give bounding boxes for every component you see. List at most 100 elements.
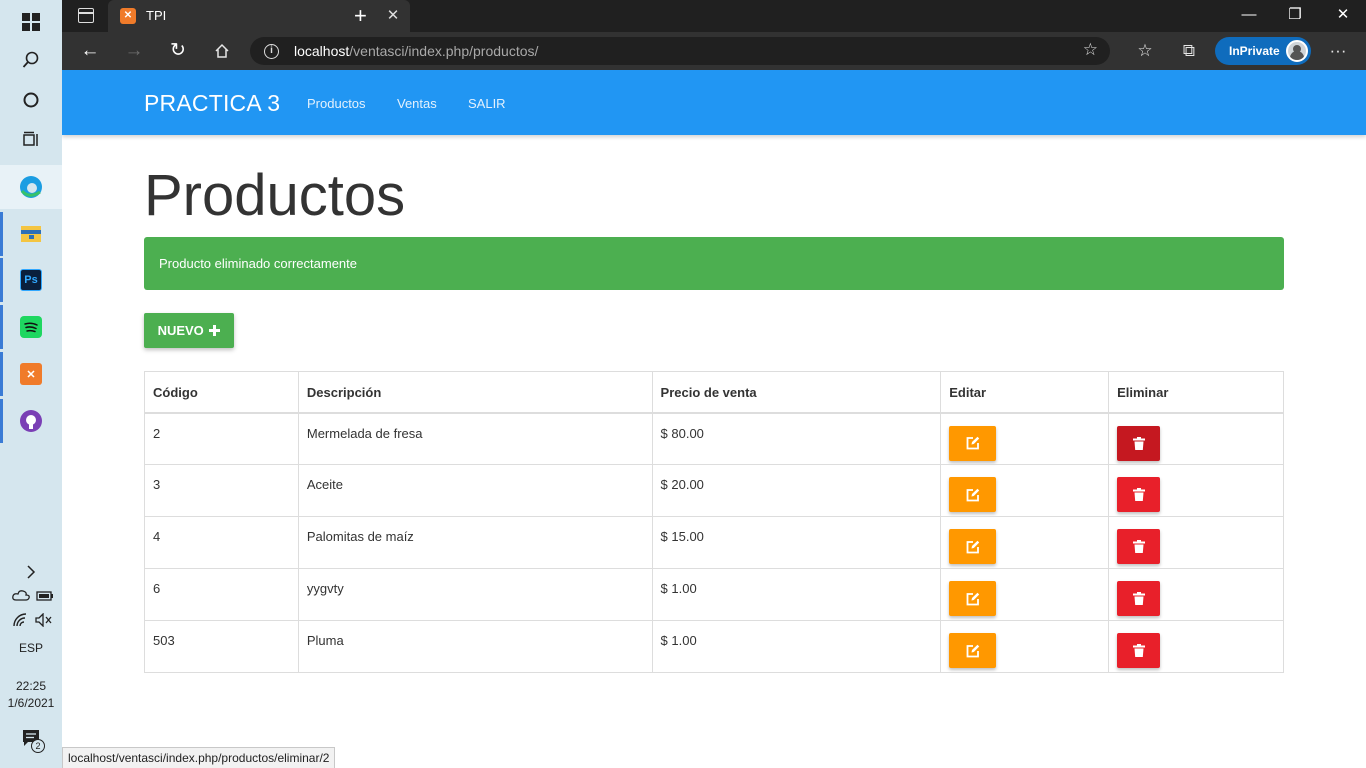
header-editar: Editar	[940, 371, 1110, 414]
tab-title: TPI	[146, 8, 167, 23]
edit-button[interactable]	[949, 581, 997, 616]
edge-icon	[20, 176, 42, 198]
cortana-button[interactable]	[0, 78, 62, 122]
back-icon[interactable]: ←	[75, 36, 105, 66]
add-favorite-icon[interactable]: ☆	[1083, 40, 1098, 60]
edit-icon	[966, 540, 979, 553]
cell-edit	[940, 516, 1110, 569]
site-info-icon[interactable]: i	[264, 44, 279, 59]
cell-code: 6	[144, 568, 299, 621]
cell-description: Palomitas de maíz	[297, 516, 653, 569]
edit-button[interactable]	[949, 529, 997, 564]
inprivate-label: InPrivate	[1229, 44, 1280, 58]
delete-button[interactable]	[1117, 477, 1161, 512]
page-viewport: PRACTICA 3 Productos Ventas SALIR Produc…	[62, 70, 1366, 768]
cell-price: $ 1.00	[651, 620, 942, 673]
cell-code: 503	[144, 620, 299, 673]
task-view-button[interactable]	[0, 118, 62, 162]
cell-code: 4	[144, 516, 299, 569]
photoshop-icon: Ps	[20, 269, 42, 291]
trash-icon	[1132, 488, 1145, 501]
taskbar-photoshop[interactable]: Ps	[0, 258, 62, 302]
address-bar[interactable]: i localhost/ventasci/index.php/productos…	[250, 37, 1110, 65]
cell-description: Aceite	[297, 464, 653, 517]
volume-muted-icon[interactable]	[35, 612, 53, 632]
cell-code: 2	[144, 412, 299, 465]
edit-button[interactable]	[949, 633, 997, 668]
home-button[interactable]	[207, 36, 237, 66]
inprivate-profile-button[interactable]: InPrivate	[1215, 37, 1311, 65]
trash-icon	[1132, 592, 1145, 605]
cell-price: $ 1.00	[651, 568, 942, 621]
cell-delete	[1108, 464, 1284, 517]
home-icon	[215, 43, 229, 58]
new-product-button[interactable]: NUEVO	[144, 313, 234, 348]
cell-price: $ 20.00	[651, 464, 942, 517]
show-hidden-icons-button[interactable]	[0, 550, 62, 594]
edit-icon	[966, 436, 979, 450]
favorites-icon[interactable]: ☆	[1130, 36, 1160, 66]
cell-edit	[940, 464, 1110, 517]
avatar	[1286, 40, 1308, 62]
edit-icon	[966, 644, 979, 657]
url-text[interactable]: localhost/ventasci/index.php/productos/	[294, 43, 538, 59]
header-eliminar: Eliminar	[1108, 371, 1284, 414]
table-row: 2 Mermelada de fresa $ 80.00	[144, 412, 1284, 465]
edit-button[interactable]	[949, 477, 997, 512]
delete-button[interactable]	[1117, 633, 1161, 668]
collections-icon[interactable]: ⧉	[1174, 36, 1204, 66]
browser-tab-bar: ✕ TPI ✕ + — ❐ ✕	[62, 0, 1366, 32]
folder-icon	[21, 226, 41, 242]
header-codigo: Código	[144, 371, 299, 414]
edit-button[interactable]	[949, 425, 997, 461]
nav-link-ventas[interactable]: Ventas	[397, 96, 437, 111]
table-row: 503 Pluma $ 1.00	[144, 620, 1284, 673]
table-row: 3 Aceite $ 20.00	[144, 464, 1284, 517]
cell-delete	[1108, 516, 1284, 569]
nav-link-salir[interactable]: SALIR	[468, 96, 506, 111]
header-precio: Precio de venta	[651, 371, 942, 414]
forward-icon[interactable]: →	[119, 36, 149, 66]
table-row: 6 yygvty $ 1.00	[144, 568, 1284, 621]
windows-logo-icon	[22, 13, 40, 31]
battery-icon[interactable]	[36, 589, 54, 607]
alert-message: Producto eliminado correctamente	[159, 256, 357, 271]
windows-taskbar: Ps ✕ ESP 22:25 1/6/2021 2	[0, 0, 62, 768]
input-language[interactable]: ESP	[0, 640, 62, 656]
close-window-icon[interactable]: ✕	[1320, 0, 1366, 32]
close-tab-icon[interactable]: ✕	[384, 6, 402, 24]
clock-time[interactable]: 22:25	[0, 678, 62, 694]
tab-actions-icon	[78, 8, 94, 23]
site-navbar: PRACTICA 3 Productos Ventas SALIR	[62, 70, 1366, 135]
taskbar-spotify[interactable]	[0, 305, 62, 349]
products-table: Código Descripción Precio de venta Edita…	[144, 371, 1284, 673]
site-brand[interactable]: PRACTICA 3	[144, 90, 280, 117]
cell-edit	[940, 568, 1110, 621]
new-button-label: NUEVO	[157, 323, 204, 338]
taskbar-edge[interactable]	[0, 165, 62, 209]
search-button[interactable]	[0, 38, 62, 82]
xampp-icon: ✕	[20, 363, 42, 385]
taskbar-xampp[interactable]: ✕	[0, 352, 62, 396]
taskbar-github-desktop[interactable]	[0, 399, 62, 443]
trash-icon	[1132, 540, 1145, 553]
clock-date[interactable]: 1/6/2021	[0, 695, 62, 711]
refresh-icon[interactable]: ↻	[163, 36, 193, 66]
header-descripcion: Descripción	[297, 371, 653, 414]
tab-actions-button[interactable]	[62, 0, 108, 32]
restore-icon[interactable]: ❐	[1272, 0, 1318, 32]
more-options-icon[interactable]: ···	[1323, 36, 1353, 66]
taskbar-file-explorer[interactable]	[0, 212, 62, 256]
minimize-icon[interactable]: —	[1226, 0, 1272, 32]
delete-button[interactable]	[1117, 581, 1161, 616]
new-tab-icon[interactable]: +	[354, 3, 367, 29]
wifi-icon[interactable]	[12, 613, 30, 632]
url-path: /ventasci/index.php/productos/	[349, 43, 539, 59]
nav-link-productos[interactable]: Productos	[307, 96, 366, 111]
notification-count-badge: 2	[31, 739, 45, 753]
delete-button[interactable]	[1117, 425, 1161, 461]
action-center-button[interactable]: 2	[22, 729, 48, 755]
delete-button[interactable]	[1117, 529, 1161, 564]
onedrive-icon[interactable]	[12, 588, 30, 606]
cell-price: $ 15.00	[651, 516, 942, 569]
